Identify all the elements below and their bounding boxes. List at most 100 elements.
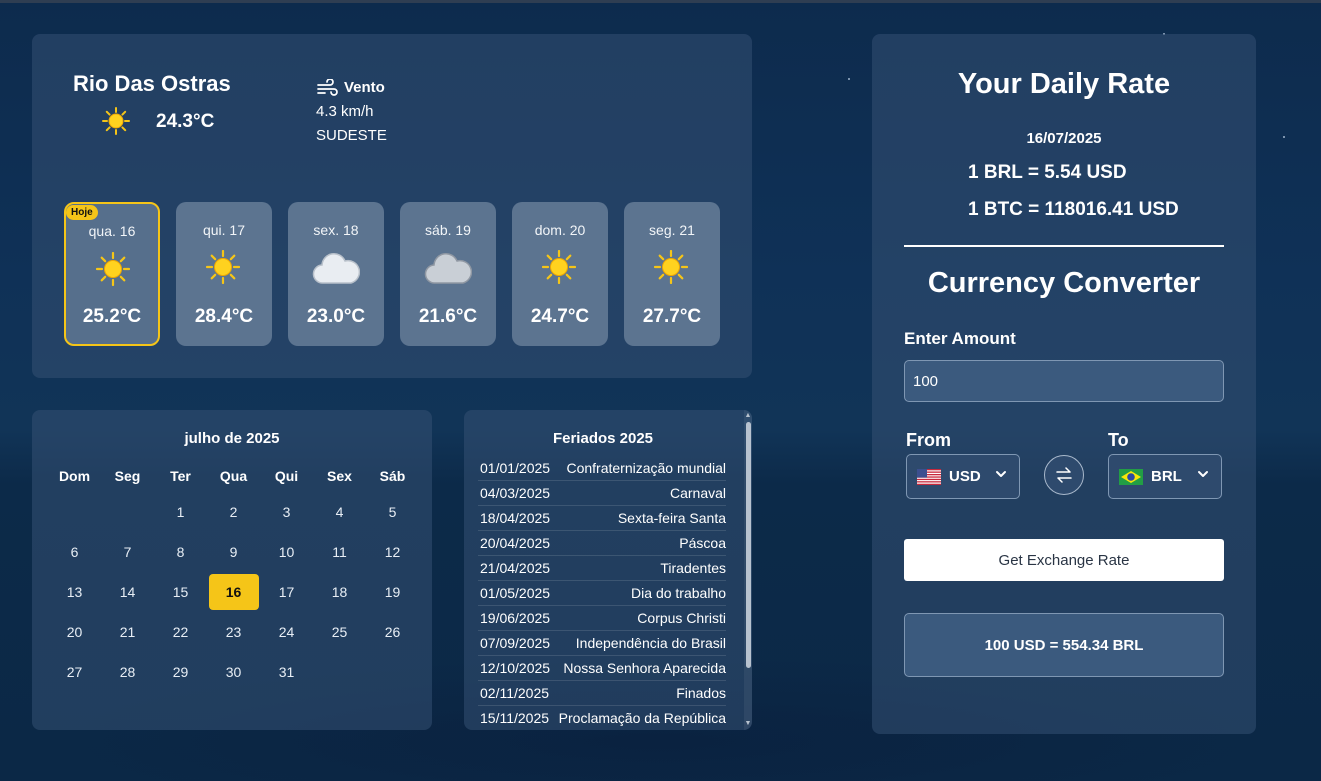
calendar-day[interactable]: 19 — [368, 574, 418, 610]
from-label: From — [906, 430, 951, 450]
brazil-flag-icon — [1119, 468, 1143, 485]
holiday-row: 21/04/2025 Tiradentes — [478, 556, 726, 581]
holiday-date: 18/04/2025 — [480, 510, 551, 526]
amount-input[interactable] — [904, 360, 1224, 402]
calendar-day[interactable]: 6 — [50, 534, 100, 570]
forecast-day-name: qui. 17 — [202, 222, 246, 238]
rate-date: 16/07/2025 — [1026, 130, 1102, 147]
calendar-day[interactable]: 5 — [368, 494, 418, 530]
calendar-day[interactable]: 29 — [156, 654, 206, 690]
holiday-date: 12/10/2025 — [480, 660, 551, 676]
forecast-day-card[interactable]: sáb. 19 21.6°C — [400, 202, 496, 346]
calendar-day[interactable]: 8 — [156, 534, 206, 570]
calendar-day[interactable]: 26 — [368, 614, 418, 650]
holiday-row: 01/01/2025 Confraternização mundial — [478, 456, 726, 481]
forecast-day-name: seg. 21 — [649, 222, 695, 238]
holiday-name: Proclamação da República — [558, 710, 726, 726]
holiday-row: 18/04/2025 Sexta-feira Santa — [478, 506, 726, 531]
calendar-day[interactable]: 7 — [103, 534, 153, 570]
calendar-day[interactable]: 18 — [315, 574, 365, 610]
daily-rate-title: Your Daily Rate — [957, 68, 1171, 100]
current-temperature: 24.3°C — [156, 111, 215, 132]
calendar-day[interactable]: 10 — [262, 534, 312, 570]
currency-panel: Your Daily Rate 16/07/2025 1 BRL = 5.54 … — [872, 34, 1256, 734]
calendar-day[interactable]: 3 — [262, 494, 312, 530]
forecast-day-name: sex. 18 — [313, 222, 359, 238]
forecast-day-card[interactable]: sex. 18 23.0°C — [288, 202, 384, 346]
from-currency-select[interactable]: USD — [906, 454, 1020, 499]
forecast-temperature: 24.7°C — [530, 306, 590, 327]
calendar-day[interactable]: 22 — [156, 614, 206, 650]
us-flag-icon — [917, 468, 941, 485]
calendar-day[interactable]: 24 — [262, 614, 312, 650]
calendar-day[interactable]: 2 — [209, 494, 259, 530]
weekday-header: Qui — [274, 468, 299, 484]
cloud-icon — [312, 253, 360, 284]
wind-title: Vento — [316, 76, 387, 100]
holiday-date: 01/05/2025 — [480, 585, 551, 601]
forecast-temperature: 27.7°C — [642, 306, 702, 327]
holiday-name: Dia do trabalho — [631, 585, 726, 601]
calendar-day-today[interactable]: 16 — [208, 574, 259, 610]
calendar-day[interactable]: 21 — [103, 614, 153, 650]
weekday-header: Ter — [170, 468, 191, 484]
sun-icon — [96, 252, 130, 286]
calendar-month-title: julho de 2025 — [184, 430, 280, 447]
cloud-icon — [424, 253, 472, 284]
forecast-day-name: sáb. 19 — [425, 222, 471, 238]
calendar-day[interactable]: 25 — [315, 614, 365, 650]
wind-label: Vento — [344, 79, 385, 96]
to-currency-code: BRL — [1151, 468, 1182, 485]
calendar-day[interactable]: 9 — [209, 534, 259, 570]
holiday-row: 19/06/2025 Corpus Christi — [478, 606, 726, 631]
holiday-date: 02/11/2025 — [480, 685, 550, 701]
converter-title: Currency Converter — [927, 267, 1201, 299]
holidays-panel: Feriados 2025 01/01/2025 Confraternização… — [464, 410, 752, 730]
forecast-temperature: 25.2°C — [82, 306, 142, 327]
calendar-day[interactable]: 20 — [50, 614, 100, 650]
forecast-day-card[interactable]: seg. 21 27.7°C — [624, 202, 720, 346]
forecast-day-card[interactable]: qui. 17 28.4°C — [176, 202, 272, 346]
holidays-scrollbar[interactable]: ▲ ▼ — [744, 410, 752, 730]
calendar-day[interactable]: 17 — [262, 574, 312, 610]
calendar-day[interactable]: 11 — [315, 534, 365, 570]
chevron-down-icon — [996, 471, 1006, 477]
calendar-day[interactable]: 4 — [315, 494, 365, 530]
holiday-name: Sexta-feira Santa — [617, 510, 726, 526]
forecast-day-card[interactable]: dom. 20 24.7°C — [512, 202, 608, 346]
conversion-result: 100 USD = 554.34 BRL — [904, 613, 1224, 677]
holiday-date: 21/04/2025 — [480, 560, 551, 576]
calendar-day[interactable]: 30 — [209, 654, 259, 690]
calendar-day[interactable]: 12 — [368, 534, 418, 570]
get-exchange-rate-button[interactable]: Get Exchange Rate — [904, 539, 1224, 581]
scroll-up-arrow-icon[interactable]: ▲ — [744, 412, 752, 420]
weekday-header: Seg — [114, 468, 141, 484]
scroll-down-arrow-icon[interactable]: ▼ — [744, 720, 752, 728]
calendar-day[interactable]: 1 — [156, 494, 206, 530]
calendar-day[interactable]: 23 — [209, 614, 259, 650]
forecast-day-card[interactable]: Hoje qua. 16 25.2°C — [64, 202, 160, 346]
calendar-day[interactable]: 15 — [156, 574, 206, 610]
scrollbar-thumb[interactable] — [746, 422, 751, 668]
wind-info: Vento 4.3 km/h SUDESTE — [316, 76, 387, 148]
holiday-name: Páscoa — [679, 535, 726, 551]
amount-label: Enter Amount — [904, 329, 1016, 348]
browser-top-edge — [0, 0, 1321, 3]
star-dot — [848, 78, 850, 80]
holiday-date: 20/04/2025 — [480, 535, 551, 551]
weekday-header: Sex — [327, 468, 352, 484]
calendar-day[interactable]: 27 — [50, 654, 100, 690]
holiday-date: 04/03/2025 — [480, 485, 551, 501]
holiday-row: 07/09/2025 Independência do Brasil — [478, 631, 726, 656]
calendar-panel: julho de 2025 Dom Seg Ter Qua Qui Sex Sáb 1234… — [32, 410, 432, 730]
holiday-name: Finados — [676, 685, 726, 701]
calendar-day[interactable]: 31 — [262, 654, 312, 690]
swap-currencies-button[interactable] — [1044, 455, 1084, 495]
wind-speed: 4.3 km/h — [316, 103, 374, 120]
calendar-day[interactable]: 13 — [50, 574, 100, 610]
calendar-day[interactable]: 28 — [103, 654, 153, 690]
forecast-temperature: 23.0°C — [306, 306, 366, 327]
to-currency-select[interactable]: BRL — [1108, 454, 1222, 499]
calendar-day[interactable]: 14 — [103, 574, 153, 610]
holidays-title: Feriados 2025 — [552, 430, 654, 447]
